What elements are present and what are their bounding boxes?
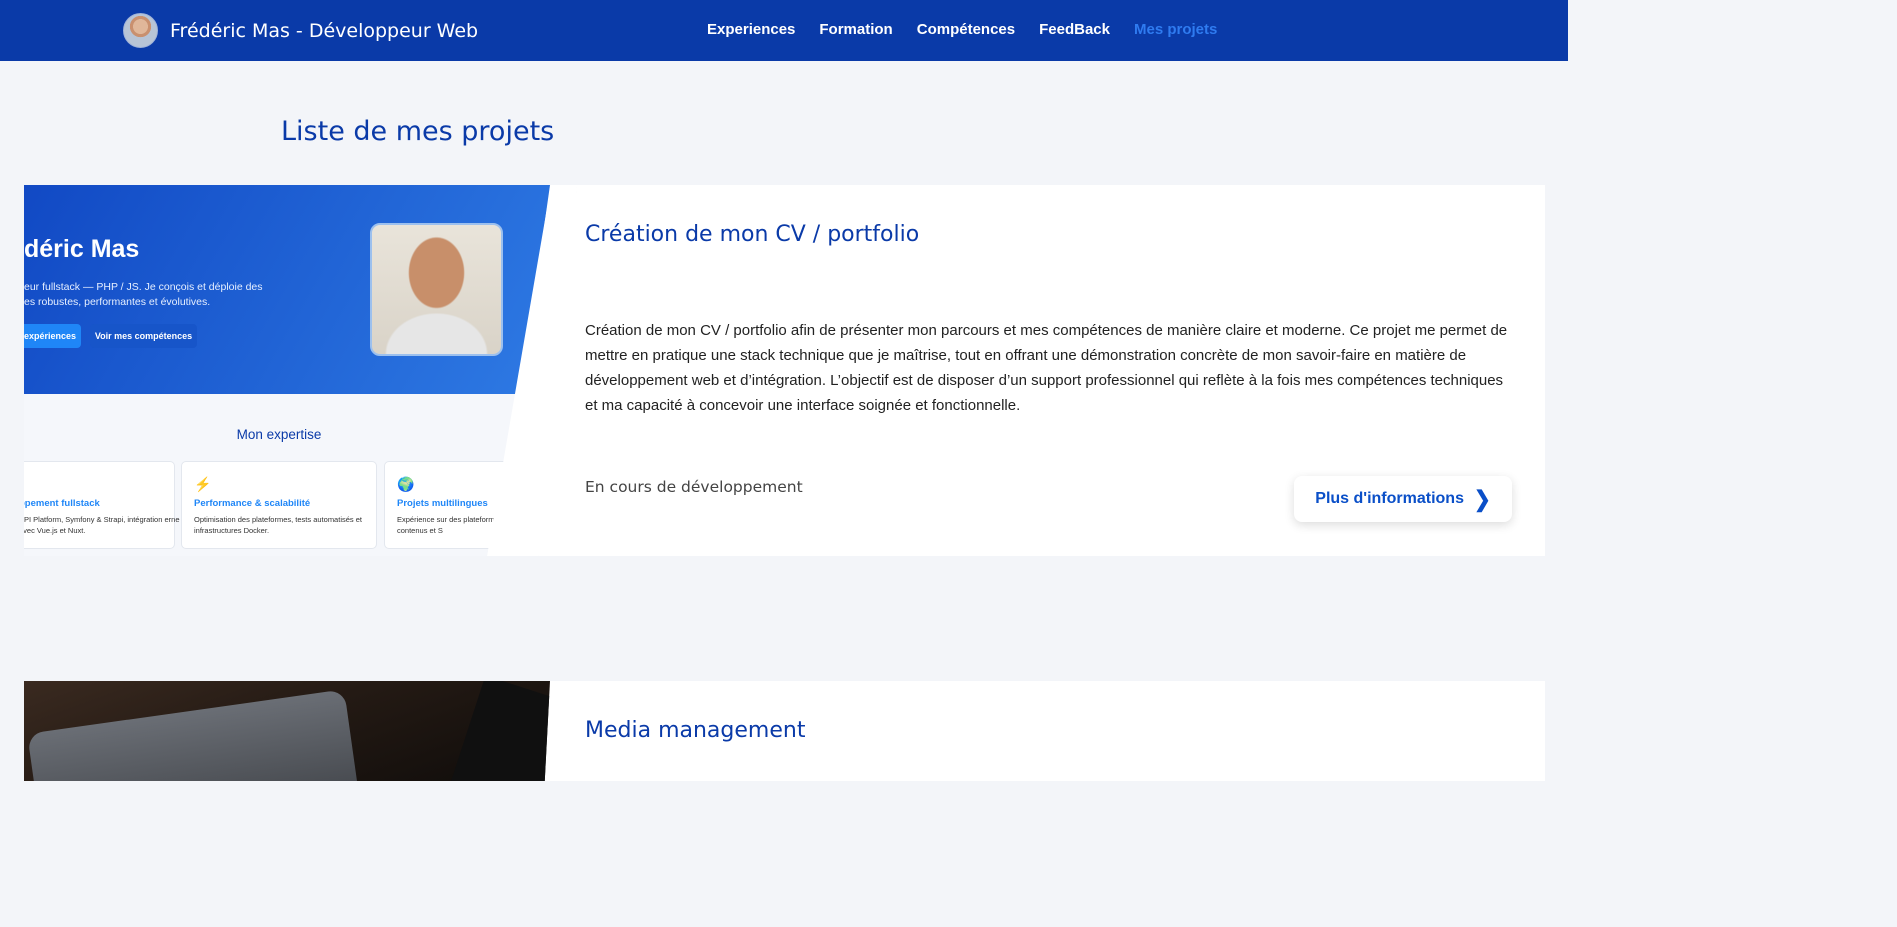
brand[interactable]: Frédéric Mas - Développeur Web [123,13,478,48]
nav-link-competences[interactable]: Compétences [917,21,1015,38]
chevron-right-icon: ❯ [1473,487,1491,512]
page-title: Liste de mes projets [281,116,555,147]
expertise-tile: ⚡ Performance & scalabilité Optimisation… [181,461,377,549]
avatar [123,13,158,48]
more-info-button[interactable]: Plus d'informations ❯ [1294,476,1512,522]
expertise-tile-title: Projets multilingues [397,498,488,509]
site-title: Frédéric Mas - Développeur Web [170,19,479,42]
expertise-tile-text: Optimisation des plateformes, tests auto… [194,515,362,535]
thumbnail-expertise-title: Mon expertise [236,427,322,442]
thumbnail-experiences-button: expériences [24,324,81,348]
globe-icon: 🌍 [397,476,415,492]
project-thumbnail[interactable] [24,681,550,781]
laptop-shape [27,689,361,781]
expertise-tile-text: API Platform, Symfony & Strapi, intégrat… [24,515,180,535]
thumbnail-skills-button: Voir mes compétences [90,324,197,348]
project-thumbnail[interactable]: déric Mas eur fullstack — PHP / JS. Je c… [24,185,550,556]
expertise-tile: ppement fullstack API Platform, Symfony … [24,461,180,549]
profile-photo [370,223,503,356]
main-nav: Experiences Formation Compétences FeedBa… [707,21,1217,38]
more-info-label: Plus d'informations [1315,490,1464,507]
thumbnail-hero: déric Mas eur fullstack — PHP / JS. Je c… [24,185,550,394]
project-card: Media management [24,681,1545,781]
top-navbar: Frédéric Mas - Développeur Web Experienc… [0,0,1568,61]
project-status: En cours de développement [585,478,803,496]
project-title: Création de mon CV / portfolio [585,222,920,247]
nav-link-feedback[interactable]: FeedBack [1039,21,1110,38]
expertise-tile-title: ppement fullstack [24,498,100,509]
thumbnail-name: déric Mas [24,235,140,263]
project-title: Media management [585,718,806,743]
project-card: déric Mas eur fullstack — PHP / JS. Je c… [24,185,1545,556]
lightning-icon: ⚡ [194,476,212,492]
nav-link-formation[interactable]: Formation [819,21,892,38]
project-description: Création de mon CV / portfolio afin de p… [585,322,1508,414]
expertise-tile-title: Performance & scalabilité [194,498,311,509]
screen-shape [448,681,550,781]
thumbnail-button-label: expériences [24,331,77,341]
thumbnail-description: eur fullstack — PHP / JS. Je conçois et … [24,281,263,308]
nav-link-experiences[interactable]: Experiences [707,21,795,38]
nav-link-mes-projets[interactable]: Mes projets [1134,21,1217,38]
